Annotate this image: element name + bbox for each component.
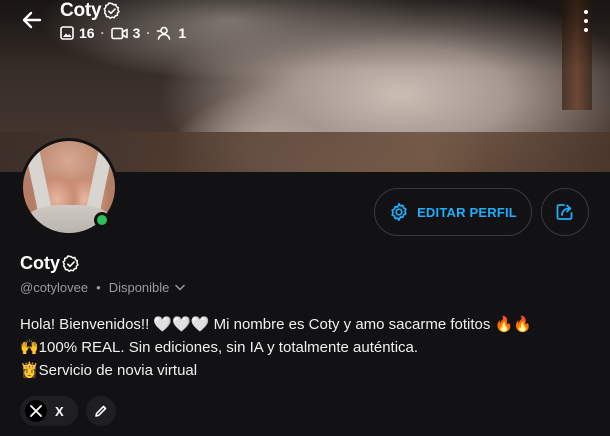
arrow-left-icon [22,11,42,29]
stat-separator: · [100,26,105,40]
stat-videos-count: 3 [132,25,141,41]
online-status-dot [94,212,110,228]
person-icon [157,26,171,40]
social-link-x-label: X [55,403,64,419]
edit-profile-label: EDITAR PERFIL [417,204,517,220]
share-button[interactable] [541,188,589,236]
availability-status: Disponible [108,280,170,295]
profile-name-row: Coty [20,253,80,274]
bio-line: 👸Servicio de novia virtual [20,362,198,379]
more-vertical-icon-dot [584,19,588,23]
header-title-row: Coty [60,0,186,22]
stat-subscribers-count: 1 [178,25,187,41]
more-vertical-icon [584,10,588,14]
chevron-down-icon [175,284,186,291]
handle-row: @cotylovee • Disponible [20,280,186,295]
bio-line: Hola! Bienvenidos!! 🤍🤍🤍 Mi nombre es Cot… [20,316,532,333]
more-vertical-icon-dot [584,28,588,32]
profile-handle: @cotylovee [20,280,89,295]
handle-separator: • [96,280,101,295]
share-icon [556,204,573,220]
x-logo-icon [25,400,47,422]
stat-photos-count: 16 [79,25,95,41]
pencil-icon [95,405,107,417]
profile-name: Coty [20,253,60,273]
more-options-button[interactable] [580,10,592,32]
stat-videos: 3 [110,25,141,41]
header-title: Coty [60,0,102,21]
edit-socials-button[interactable] [86,396,116,426]
back-button[interactable] [18,6,46,34]
header-stats: 16 · 3 · 1 [60,23,186,43]
video-icon [110,27,128,39]
stat-separator: · [146,26,151,40]
availability-dropdown[interactable]: Disponible [109,280,186,295]
bio-line: 🙌100% REAL. Sin ediciones, sin IA y tota… [20,339,419,356]
stat-subscribers: 1 [156,25,186,41]
verified-badge-icon [103,2,121,20]
header-title-block: Coty 16 · 3 · 1 [60,0,186,43]
stat-photos: 16 [60,25,95,41]
social-link-x[interactable]: X [20,396,78,426]
edit-profile-button[interactable]: EDITAR PERFIL [374,188,532,236]
top-bar: Coty 16 · 3 · 1 [0,0,610,46]
profile-bio: Hola! Bienvenidos!! 🤍🤍🤍 Mi nombre es Cot… [20,313,532,382]
verified-badge-icon [62,254,79,272]
image-icon [60,26,74,40]
gear-icon [391,202,407,222]
